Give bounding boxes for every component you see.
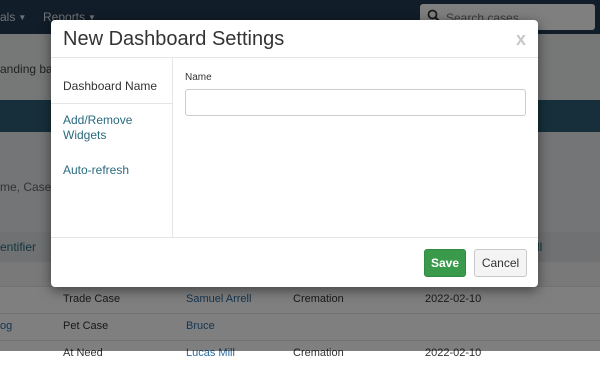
settings-content: Name bbox=[173, 58, 538, 238]
modal-header: New Dashboard Settings x bbox=[51, 20, 538, 58]
tab-add-remove-widgets[interactable]: Add/Remove Widgets bbox=[63, 113, 168, 143]
modal-footer: Save Cancel bbox=[51, 237, 538, 287]
cancel-button[interactable]: Cancel bbox=[474, 249, 527, 277]
name-field-label: Name bbox=[185, 72, 212, 83]
name-input[interactable] bbox=[185, 89, 526, 116]
modal-title: New Dashboard Settings bbox=[63, 28, 285, 50]
settings-nav: Dashboard Name Add/Remove Widgets Auto-r… bbox=[51, 58, 173, 238]
close-icon[interactable]: x bbox=[516, 29, 526, 50]
tab-auto-refresh[interactable]: Auto-refresh bbox=[63, 163, 168, 178]
dashboard-settings-modal: New Dashboard Settings x Dashboard Name … bbox=[51, 20, 538, 287]
tab-dashboard-name[interactable]: Dashboard Name bbox=[63, 79, 168, 94]
save-button[interactable]: Save bbox=[424, 249, 466, 277]
